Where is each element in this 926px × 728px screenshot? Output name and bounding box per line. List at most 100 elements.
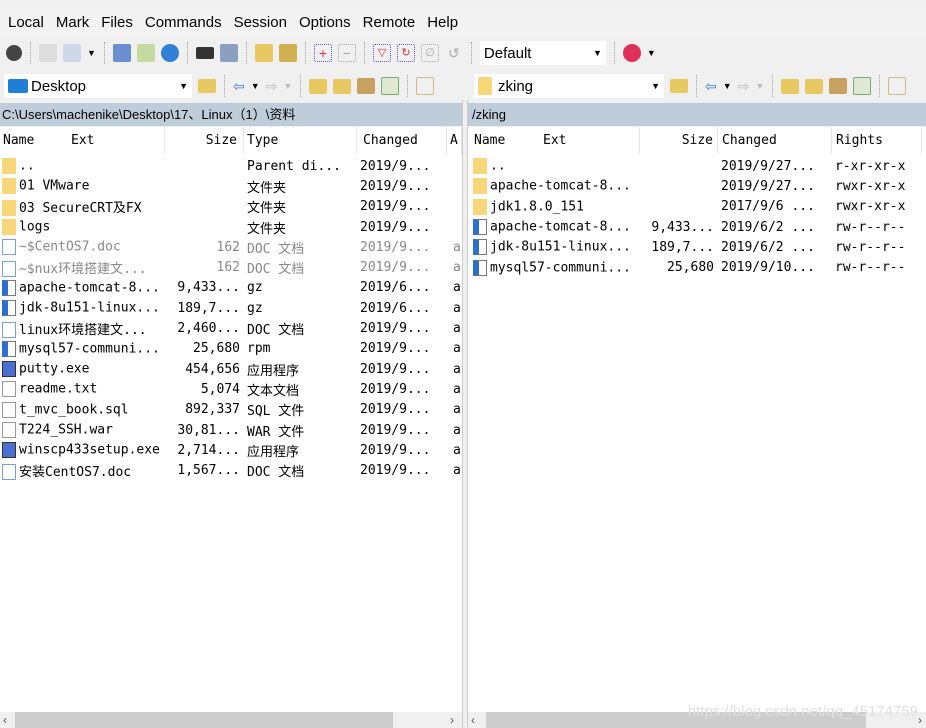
filter-icon[interactable]: ▽ [372,44,391,62]
file-row[interactable]: jdk-8u151-linux... 189,7... 2019/6/2 ... r… [468,237,926,257]
local-horizontal-scrollbar[interactable]: ‹ › [0,712,462,728]
col-size[interactable]: Size [165,127,244,154]
menu-files[interactable]: Files [101,14,133,31]
col-changed[interactable]: Changed [718,127,832,154]
back-icon[interactable]: ⇦ [705,78,717,95]
file-changed: 2019/6... [360,280,431,296]
remote-location-select[interactable]: zking ▼ [474,74,664,98]
file-size: 9,433... [651,219,714,235]
scroll-left-icon[interactable]: ‹ [471,713,475,727]
select-minus-icon[interactable]: − [337,44,356,62]
file-changed: 2019/6/2 ... [721,239,815,255]
file-row[interactable]: T224_SSH.war 30,81... WAR 文件 2019/9... a [0,420,462,440]
parent-dir-icon[interactable] [309,78,328,94]
file-changed: 2019/9... [360,260,431,276]
refresh-icon[interactable] [381,77,400,95]
parent-folder-icon [473,158,487,175]
col-size[interactable]: Size [640,127,718,154]
invert-selection-icon[interactable]: ↻ [396,44,415,62]
copy-icon[interactable] [63,44,81,62]
package-file-icon [2,300,16,317]
scroll-right-icon[interactable]: › [918,713,922,727]
col-name[interactable]: Name [0,127,68,154]
file-name: ~$CentOS7.doc [19,239,121,255]
file-row[interactable]: jdk1.8.0_151 2017/9/6 ... rwxr-xr-x [468,197,926,217]
col-rights[interactable]: Rights [832,127,922,154]
col-ext[interactable]: Ext [68,127,165,154]
file-row[interactable]: apache-tomcat-8... 2019/9/27... rwxr-xr-x [468,176,926,196]
main-toolbar: ▼ + − ▽ ↻ ∅ ↺ Default ▼ ▼ [0,38,926,68]
file-changed: 2019/9... [360,422,431,438]
scroll-right-icon[interactable]: › [450,713,454,727]
folders-icon[interactable] [254,44,273,62]
menu-session[interactable]: Session [234,14,287,31]
compare-icon[interactable] [112,44,131,62]
parent-dir-icon[interactable] [781,78,800,94]
file-row[interactable]: readme.txt 5,074 文本文档 2019/9... a [0,379,462,399]
forward-icon[interactable]: ⇨ [266,78,278,95]
file-row[interactable]: jdk-8u151-linux... 189,7... gz 2019/6... a [0,298,462,318]
forward-icon[interactable]: ⇨ [738,78,750,95]
clear-selection-icon[interactable]: ∅ [420,44,439,62]
file-type: 文件夹 [247,180,287,196]
file-row[interactable]: apache-tomcat-8... 9,433... gz 2019/6... a [0,278,462,298]
file-name: mysql57-communi... [490,260,631,276]
gear-icon[interactable] [6,45,22,61]
col-attr[interactable]: A [447,127,462,154]
menu-remote[interactable]: Remote [363,14,416,31]
file-row[interactable]: ~$CentOS7.doc 162 DOC 文档 2019/9... a [0,237,462,257]
root-dir-icon[interactable] [333,78,352,94]
file-type: rpm [247,341,271,357]
menu-mark[interactable]: Mark [56,14,89,31]
open-folder-icon[interactable] [670,79,688,93]
winscp-logo-icon[interactable] [622,44,641,62]
file-row[interactable]: linux环境搭建文... 2,460... DOC 文档 2019/9... a [0,318,462,339]
file-row[interactable]: logs 文件夹 2019/9... [0,217,462,237]
menu-commands[interactable]: Commands [145,14,222,31]
refresh-icon[interactable] [853,77,872,95]
file-row[interactable]: mysql57-communi... 25,680 2019/9/10... rw-… [468,257,926,277]
file-row[interactable]: mysql57-communi... 25,680 rpm 2019/9... a [0,339,462,359]
local-location-select[interactable]: Desktop ▼ [4,74,192,98]
tree-icon[interactable] [416,77,435,95]
putty-icon[interactable] [219,44,238,62]
root-dir-icon[interactable] [805,78,824,94]
menu-options[interactable]: Options [299,14,351,31]
file-attr: a [453,442,461,458]
tree-icon[interactable] [888,77,907,95]
file-row[interactable]: winscp433setup.exe 2,714... 应用程序 2019/9...… [0,440,462,460]
col-type[interactable]: Type [244,127,357,154]
file-changed: 2019/6/2 ... [721,219,815,235]
file-row[interactable]: .. 2019/9/27... r-xr-xr-x [468,156,926,176]
home-icon[interactable] [829,78,848,94]
file-row[interactable]: 01 VMware 文件夹 2019/9... [0,176,462,196]
file-row[interactable]: apache-tomcat-8... 9,433... 2019/6/2 ... r… [468,217,926,237]
file-row[interactable]: t_mvc_book.sql 892,337 SQL 文件 2019/9... a [0,400,462,420]
file-row[interactable]: putty.exe 454,656 应用程序 2019/9... a [0,359,462,379]
file-name: mysql57-communi... [19,341,160,357]
col-changed[interactable]: Changed [357,127,447,154]
file-row[interactable]: ~$nux环境搭建文... 162 DOC 文档 2019/9... a [0,257,462,278]
reload-icon[interactable]: ↺ [445,44,463,62]
file-row[interactable]: 03 SecureCRT及FX 文件夹 2019/9... [0,197,462,217]
console-icon[interactable] [39,44,57,62]
file-row[interactable]: 安装CentOS7.doc 1,567... DOC 文档 2019/9... a [0,460,462,481]
file-name: apache-tomcat-8... [490,178,631,194]
menu-local[interactable]: Local [8,14,44,31]
back-icon[interactable]: ⇦ [233,78,245,95]
col-name[interactable]: Name [468,127,540,154]
file-row[interactable]: .. Parent di... 2019/9... [0,156,462,176]
executable-icon [2,361,16,378]
menu-help[interactable]: Help [427,14,458,31]
open-folder-icon[interactable] [198,79,216,93]
home-icon[interactable] [357,78,376,94]
refresh-icon[interactable] [160,44,179,62]
transfer-settings-select[interactable]: Default ▼ [479,41,606,65]
find-icon[interactable] [278,44,297,62]
scroll-left-icon[interactable]: ‹ [3,713,7,727]
terminal-icon[interactable] [195,47,214,59]
select-plus-icon[interactable]: + [313,44,332,62]
col-ext[interactable]: Ext [540,127,640,154]
synchronize-icon[interactable] [136,44,155,62]
scroll-thumb[interactable] [15,712,393,728]
